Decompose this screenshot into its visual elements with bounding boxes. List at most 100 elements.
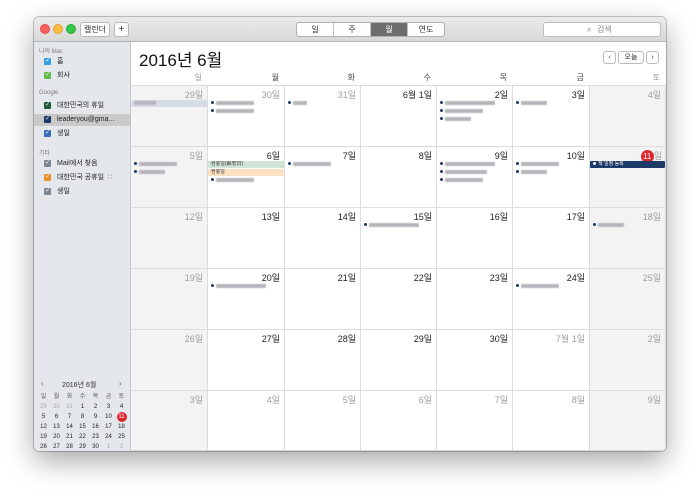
today-button[interactable]: 오늘 <box>618 51 644 64</box>
calendar-checkbox[interactable]: ✓ <box>44 58 51 65</box>
calendar-event[interactable]: 아빠생신 <box>131 100 207 107</box>
calendar-checkbox[interactable]: ✓ <box>44 130 51 137</box>
day-cell[interactable]: 21일 <box>285 269 361 330</box>
calendars-button[interactable]: 캘린더 <box>80 22 110 37</box>
calendar-event[interactable]: 사무실 업무 정리 <box>440 169 509 176</box>
mini-day[interactable]: 28 <box>63 442 76 451</box>
calendar-event[interactable]: 강남 미팅 약속 장소 <box>440 161 509 168</box>
calendar-event[interactable]: 업무 미팅 관련 약속 <box>211 283 281 290</box>
mini-day[interactable]: 13 <box>50 422 63 432</box>
mini-day[interactable]: 6 <box>50 412 63 422</box>
calendar-event[interactable]: 출장 관련 업무 <box>440 108 509 115</box>
mini-day[interactable]: 14 <box>63 422 76 432</box>
day-cell[interactable]: 25일 <box>590 269 666 330</box>
mini-day[interactable]: 15 <box>76 422 89 432</box>
day-cell[interactable]: 23일 <box>437 269 513 330</box>
day-cell[interactable]: 15일회사 업무 관련 회의 <box>361 208 437 269</box>
calendar-event[interactable]: 서울 강남 미팅 약속 <box>440 100 509 107</box>
calendar-event[interactable]: 저녁 모임 약속 <box>440 177 509 184</box>
day-cell[interactable]: 30일 <box>437 330 513 391</box>
mini-day[interactable]: 11 <box>115 412 128 422</box>
day-cell[interactable]: 9일강남 미팅 약속 장소사무실 업무 정리저녁 모임 약속 <box>437 147 513 208</box>
day-cell[interactable]: 29일 <box>361 330 437 391</box>
day-cell[interactable]: 20일업무 미팅 관련 약속 <box>208 269 285 330</box>
day-cell[interactable]: 6일 <box>361 391 437 451</box>
mini-day[interactable]: 22 <box>76 432 89 442</box>
zoom-window-button[interactable] <box>66 24 76 34</box>
calendar-event[interactable]: 서울 일정 <box>134 169 204 176</box>
close-window-button[interactable] <box>40 24 50 34</box>
day-cell[interactable]: 14일 <box>285 208 361 269</box>
tab-day[interactable]: 일 <box>297 23 334 36</box>
day-cell[interactable]: 8일 <box>361 147 437 208</box>
day-cell[interactable]: 31일약속 <box>285 86 361 147</box>
sidebar-calendar-item[interactable]: ✓ 생일 <box>34 186 130 198</box>
mini-day[interactable]: 1 <box>102 442 115 451</box>
calendar-checkbox[interactable]: ✓ <box>44 174 51 181</box>
mini-day[interactable]: 29 <box>76 442 89 451</box>
mini-day[interactable]: 30 <box>89 442 102 451</box>
day-cell[interactable]: 12일 <box>131 208 208 269</box>
day-cell[interactable]: 2일 <box>590 330 666 391</box>
calendar-event[interactable]: 저녁 식사 <box>440 116 509 123</box>
mini-day[interactable]: 1 <box>76 402 89 412</box>
calendar-event[interactable]: 회의 일정 공유 <box>211 108 281 115</box>
mini-next-month-icon[interactable]: › <box>119 379 122 388</box>
mini-day[interactable]: 20 <box>50 432 63 442</box>
day-cell[interactable]: 4일 <box>208 391 285 451</box>
calendar-event[interactable]: 서울 출장 업무 <box>516 283 586 290</box>
calendar-event[interactable]: 점심 약속 <box>516 169 586 176</box>
mini-day[interactable]: 27 <box>50 442 63 451</box>
mini-day[interactable]: 7 <box>63 412 76 422</box>
sidebar-calendar-item[interactable]: ✓ 회사 <box>34 70 130 82</box>
day-cell[interactable]: 4일 <box>590 86 666 147</box>
mini-day[interactable]: 12 <box>37 422 50 432</box>
prev-month-button[interactable]: ‹ <box>603 51 616 64</box>
day-cell[interactable]: 5일가족 모임 약속서울 일정 <box>131 147 208 208</box>
calendar-event[interactable]: 책 일정 등록 <box>590 161 665 168</box>
day-cell[interactable]: 6월 1일 <box>361 86 437 147</box>
tab-month[interactable]: 월 <box>371 23 408 36</box>
mini-day[interactable]: 4 <box>115 402 128 412</box>
calendar-event[interactable]: 회사 업무 관련 회의 <box>364 222 433 229</box>
calendar-event[interactable]: 업무 회의 안건 <box>288 161 357 168</box>
add-event-button[interactable]: + <box>114 22 129 37</box>
calendar-event[interactable]: 서울 일정 공유 <box>211 177 281 184</box>
sidebar-calendar-item[interactable]: ✓ 대한민국의 휴일 <box>34 100 130 112</box>
tab-week[interactable]: 주 <box>334 23 371 36</box>
day-cell[interactable]: 28일 <box>285 330 361 391</box>
mini-day[interactable]: 10 <box>102 412 115 422</box>
calendar-checkbox[interactable]: ✓ <box>44 72 51 79</box>
mini-day[interactable]: 2 <box>89 402 102 412</box>
day-cell[interactable]: 24일서울 출장 업무 <box>513 269 590 330</box>
next-month-button[interactable]: › <box>646 51 659 64</box>
tab-year[interactable]: 연도 <box>408 23 444 36</box>
sidebar-calendar-item[interactable]: ✓ Mail에서 찾음 <box>34 158 130 170</box>
day-cell[interactable]: 19일 <box>131 269 208 330</box>
mini-day[interactable]: 24 <box>102 432 115 442</box>
minimize-window-button[interactable] <box>53 24 63 34</box>
mini-day[interactable]: 16 <box>89 422 102 432</box>
calendar-event[interactable]: 점심 약속 <box>516 100 586 107</box>
day-cell[interactable]: 5일 <box>285 391 361 451</box>
calendar-checkbox[interactable]: ✓ <box>44 102 51 109</box>
mini-day[interactable]: 21 <box>63 432 76 442</box>
mini-day[interactable]: 23 <box>89 432 102 442</box>
mini-day[interactable]: 5 <box>37 412 50 422</box>
day-cell[interactable]: 8일 <box>513 391 590 451</box>
mini-day[interactable]: 25 <box>115 432 128 442</box>
sidebar-calendar-item[interactable]: ✓ 생일 <box>34 128 130 140</box>
day-cell[interactable]: 30일서울권관련 약속회의 일정 공유 <box>208 86 285 147</box>
mini-day[interactable]: 3 <box>102 402 115 412</box>
day-cell[interactable]: 7일 <box>437 391 513 451</box>
sidebar-calendar-item[interactable]: ✓ 대한민국 공휴일 ∷ <box>34 172 130 184</box>
mini-day[interactable]: 8 <box>76 412 89 422</box>
mini-day[interactable]: 26 <box>37 442 50 451</box>
mini-day[interactable]: 19 <box>37 432 50 442</box>
calendar-event[interactable]: 현충일 <box>208 169 284 176</box>
calendar-checkbox[interactable]: ✓ <box>44 116 51 123</box>
day-cell[interactable]: 27일 <box>208 330 285 391</box>
calendar-checkbox[interactable]: ✓ <box>44 160 51 167</box>
day-cell[interactable]: 3일점심 약속 <box>513 86 590 147</box>
calendar-event[interactable]: 서울권관련 약속 <box>211 100 281 107</box>
